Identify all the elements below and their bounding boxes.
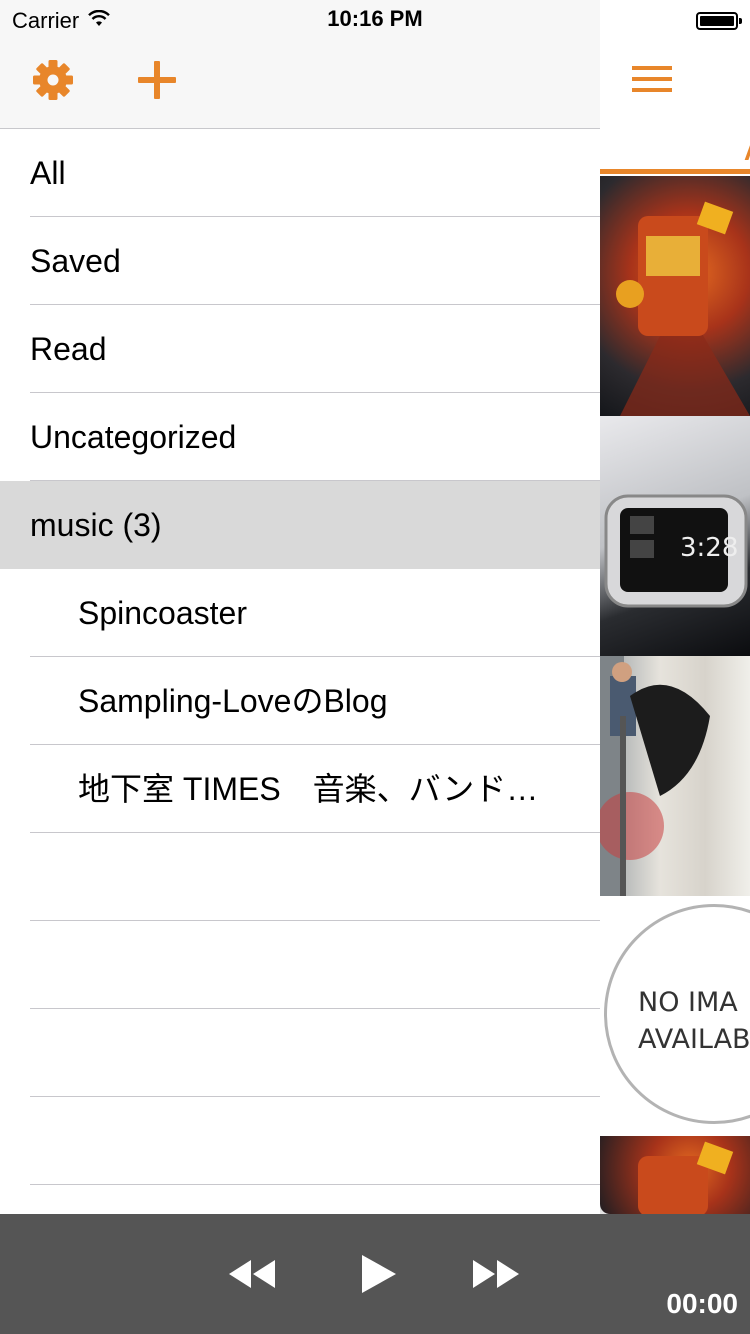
article-thumbnail[interactable] <box>600 656 750 896</box>
feed-tab-label[interactable]: A <box>744 136 750 167</box>
category-all[interactable]: All <box>0 129 600 217</box>
battery-icon <box>696 12 742 30</box>
article-thumbnail[interactable] <box>600 1136 750 1214</box>
feed-item-spincoaster[interactable]: Spincoaster <box>0 569 600 657</box>
category-music[interactable]: music (3) <box>0 481 600 569</box>
hamburger-menu-icon[interactable] <box>632 66 672 96</box>
article-feed-panel[interactable]: A 3:28 NO IMA <box>600 0 750 1214</box>
gear-icon <box>31 58 75 107</box>
category-list: All Saved Read Uncategorized music (3) S… <box>0 129 600 1185</box>
svg-text:3:28: 3:28 <box>680 533 738 563</box>
plus-icon <box>135 58 179 107</box>
feed-tab-bar: A <box>600 128 750 174</box>
no-image-text: NO IMA AVAILAB <box>638 984 750 1058</box>
category-uncategorized[interactable]: Uncategorized <box>0 393 600 481</box>
play-button[interactable] <box>350 1250 406 1302</box>
no-image-line2: AVAILAB <box>638 1024 750 1055</box>
no-image-thumbnail[interactable]: NO IMA AVAILAB <box>600 896 750 1136</box>
audio-player-bar: 00:00 <box>0 1214 750 1334</box>
carrier-label: Carrier <box>12 8 80 33</box>
category-label: Saved <box>30 243 121 279</box>
category-saved[interactable]: Saved <box>0 217 600 305</box>
no-image-line1: NO IMA <box>638 987 738 1018</box>
category-read[interactable]: Read <box>0 305 600 393</box>
feed-item-chikashitsu-times[interactable]: 地下室 TIMES 音楽、バンド… <box>0 745 600 833</box>
settings-button[interactable] <box>29 58 77 106</box>
fast-forward-button[interactable] <box>466 1254 526 1298</box>
wifi-icon <box>87 8 111 34</box>
feed-label: 地下室 TIMES 音楽、バンド… <box>78 771 539 807</box>
status-bar-left: Carrier <box>12 8 111 34</box>
empty-row <box>0 1009 600 1097</box>
empty-row <box>0 1097 600 1185</box>
category-label: Read <box>30 331 107 367</box>
row-divider <box>30 1184 600 1185</box>
side-menu: All Saved Read Uncategorized music (3) S… <box>0 0 600 1214</box>
article-thumbnail[interactable] <box>600 176 750 416</box>
feed-item-sampling-love[interactable]: Sampling-LoveのBlog <box>0 657 600 745</box>
play-icon <box>358 1253 398 1300</box>
empty-row <box>0 833 600 921</box>
feed-label: Spincoaster <box>78 595 247 631</box>
feed-label: Sampling-LoveのBlog <box>78 683 388 719</box>
category-label: All <box>30 155 66 191</box>
rewind-button[interactable] <box>222 1254 282 1298</box>
category-label: Uncategorized <box>30 419 237 455</box>
add-feed-button[interactable] <box>133 58 181 106</box>
fast-forward-icon <box>471 1258 521 1295</box>
category-label: music (3) <box>30 507 162 543</box>
tab-underline <box>600 169 750 174</box>
empty-row <box>0 921 600 1009</box>
playback-time: 00:00 <box>666 1288 738 1319</box>
article-thumbnail[interactable]: 3:28 <box>600 416 750 656</box>
rewind-icon <box>227 1258 277 1295</box>
